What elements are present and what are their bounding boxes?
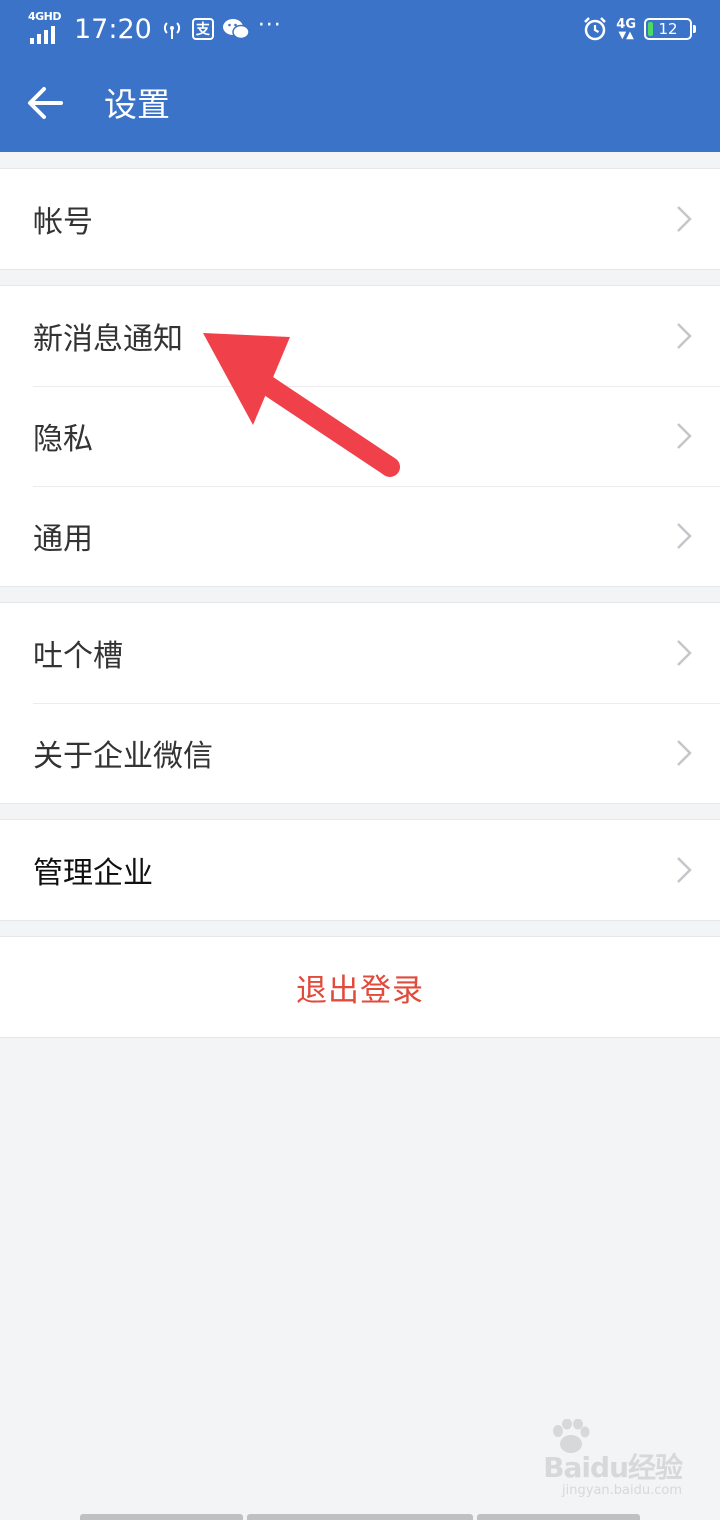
settings-item-about-wework[interactable]: 关于企业微信 xyxy=(0,703,720,803)
settings-group-account: 帐号 xyxy=(0,168,720,270)
settings-item-label: 隐私 xyxy=(33,422,93,457)
battery-icon: 12 xyxy=(644,18,696,40)
hotspot-icon xyxy=(163,22,180,39)
wechat-icon xyxy=(222,19,250,40)
settings-item-label: 通用 xyxy=(33,522,93,557)
settings-item-feedback[interactable]: 吐个槽 xyxy=(0,603,720,703)
settings-item-label: 管理企业 xyxy=(33,856,153,891)
chevron-right-icon xyxy=(677,206,692,232)
settings-group-about: 吐个槽 关于企业微信 xyxy=(0,602,720,804)
settings-item-account[interactable]: 帐号 xyxy=(0,169,720,269)
page-title: 设置 xyxy=(104,85,170,124)
back-arrow-icon xyxy=(28,87,63,119)
title-bar: 设置 xyxy=(0,58,720,152)
logout-group: 退出登录 xyxy=(0,936,720,1038)
battery-fill xyxy=(648,22,653,36)
watermark-url: jingyan.baidu.com xyxy=(562,1483,682,1498)
settings-item-general[interactable]: 通用 xyxy=(0,486,720,586)
status-right: 4G ▼▲ 12 xyxy=(582,16,696,42)
logout-button[interactable]: 退出登录 xyxy=(0,937,720,1037)
status-bar: 4GHD 17:20 支 ··· 4G ▼▲ 12 xyxy=(0,0,720,58)
back-button[interactable] xyxy=(20,78,70,128)
settings-item-label: 帐号 xyxy=(33,205,93,240)
mobile-data-icon: 4G ▼▲ xyxy=(616,16,636,41)
chevron-right-icon xyxy=(677,323,692,349)
settings-item-label: 关于企业微信 xyxy=(33,739,213,774)
paw-logo-icon xyxy=(553,1419,590,1453)
alipay-icon: 支 xyxy=(191,18,214,40)
alarm-icon xyxy=(584,17,607,41)
logout-label: 退出登录 xyxy=(296,972,424,1009)
chevron-right-icon xyxy=(677,857,692,883)
battery-level: 12 xyxy=(658,20,678,38)
settings-item-label: 新消息通知 xyxy=(33,322,183,357)
settings-group-manage: 管理企业 xyxy=(0,819,720,921)
gesture-bar[interactable] xyxy=(0,1514,720,1520)
settings-item-label: 吐个槽 xyxy=(33,639,123,674)
network-type: 4GHD xyxy=(28,10,62,23)
status-time: 17:20 xyxy=(74,13,152,45)
header: 4GHD 17:20 支 ··· 4G ▼▲ 12 设置 xyxy=(0,0,720,152)
cell-signal-icon: 4GHD xyxy=(28,10,62,46)
status-left: 4GHD 17:20 支 ··· xyxy=(28,10,282,46)
red-pointer-arrow-icon xyxy=(203,333,400,477)
chevron-right-icon xyxy=(677,740,692,766)
settings-item-manage-enterprise[interactable]: 管理企业 xyxy=(0,820,720,920)
chevron-right-icon xyxy=(677,640,692,666)
chevron-right-icon xyxy=(677,423,692,449)
baidu-watermark: Baidu经验 jingyan.baidu.com xyxy=(543,1419,683,1498)
chevron-right-icon xyxy=(677,523,692,549)
watermark-title: Baidu经验 xyxy=(543,1451,683,1484)
more-notifications-icon: ··· xyxy=(257,12,282,38)
